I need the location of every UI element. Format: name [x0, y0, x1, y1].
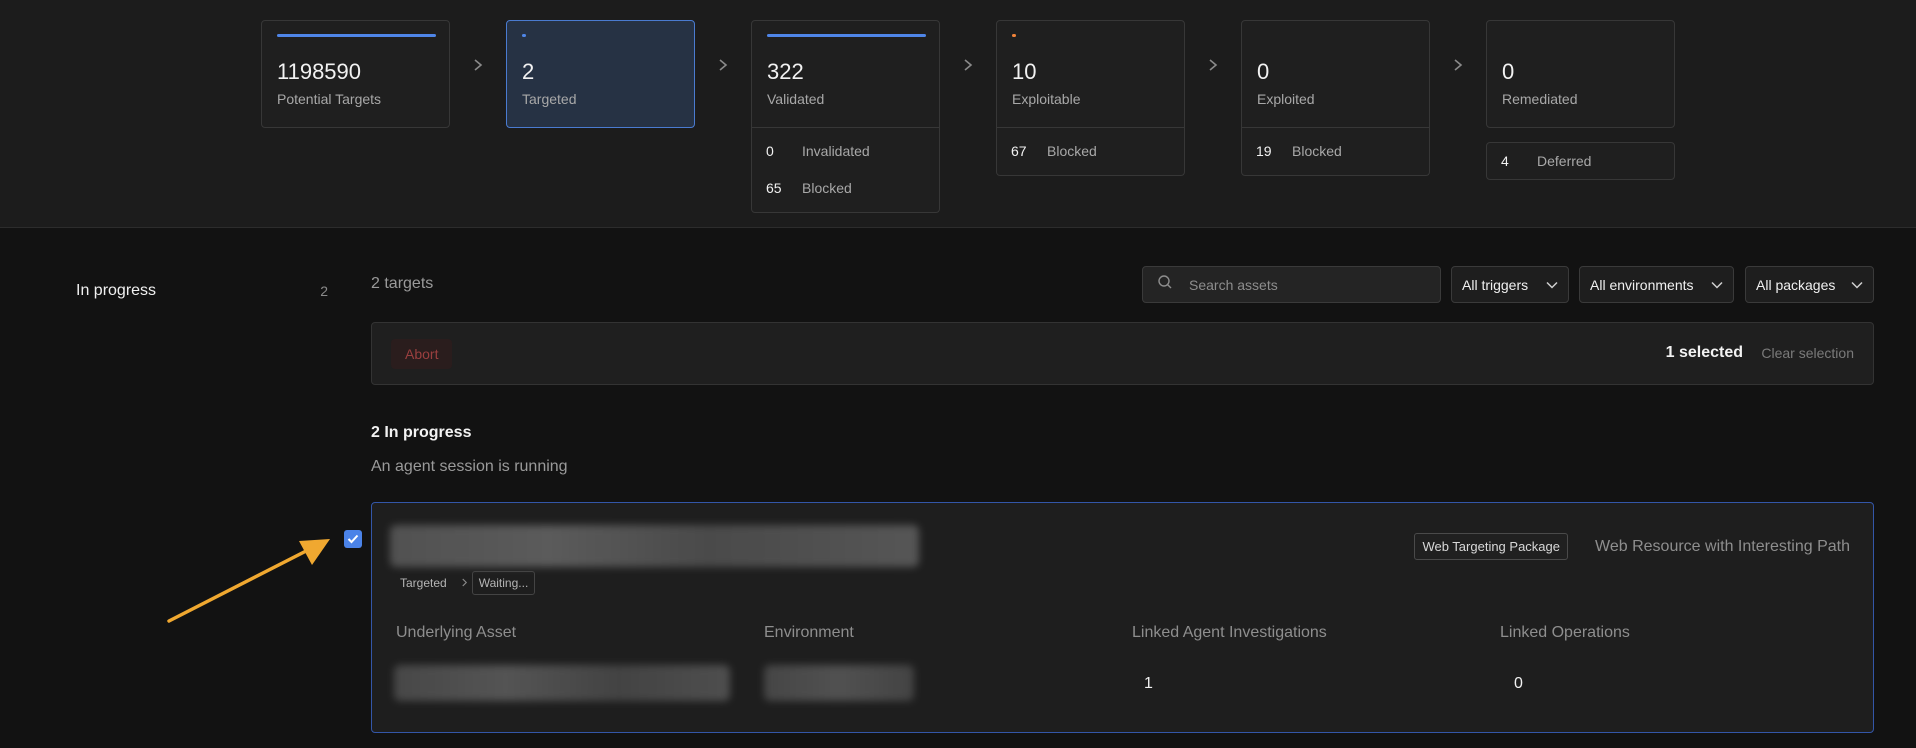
stage-exploited[interactable]: 0 Exploited 19 Blocked: [1241, 20, 1430, 176]
stage-label: Targeted: [522, 91, 577, 107]
stage-progress-bar: [767, 34, 926, 37]
stage-label: Remediated: [1502, 91, 1578, 107]
breakdown-row-blocked[interactable]: 19 Blocked: [1256, 132, 1415, 169]
stage-progress-bar-empty: [1257, 34, 1414, 37]
breakdown-row-blocked[interactable]: 65 Blocked: [766, 169, 925, 206]
column-header-linked-operations: Linked Operations: [1500, 624, 1630, 641]
stage-breakdown: 19 Blocked: [1241, 128, 1430, 176]
stage-progress-bar-empty: [1502, 34, 1659, 37]
dropdown-label: All packages: [1756, 276, 1836, 293]
target-card[interactable]: Targeted Waiting... Web Targeting Packag…: [371, 502, 1874, 733]
stage-count: 1198590: [277, 59, 362, 84]
clear-selection-link[interactable]: Clear selection: [1761, 345, 1854, 361]
stage-remediated[interactable]: 0 Remediated 4 Deferred: [1486, 20, 1675, 180]
section-title: 2 In progress: [371, 424, 472, 441]
breakdown-label: Blocked: [1292, 142, 1342, 159]
search-input[interactable]: [1189, 276, 1429, 293]
sidebar-item-label: In progress: [76, 282, 157, 299]
breakdown-label: Invalidated: [802, 142, 870, 159]
column-header-underlying-asset: Underlying Asset: [396, 624, 517, 641]
stage-count: 2: [522, 59, 535, 84]
package-description: Web Resource with Interesting Path: [1595, 538, 1850, 555]
pipeline-summary: 1198590 Potential Targets 2 Targeted 322…: [0, 0, 1916, 228]
search-icon: [1157, 274, 1173, 295]
stage-count: 322: [767, 59, 804, 84]
stage-exploitable[interactable]: 10 Exploitable 67 Blocked: [996, 20, 1185, 176]
breakdown-count: 19: [1256, 142, 1272, 159]
package-badge: Web Targeting Package: [1414, 533, 1568, 560]
sidebar-item-count: 2: [320, 283, 328, 299]
stage-breakdown: 67 Blocked: [996, 128, 1185, 176]
chevron-down-icon: [1711, 281, 1723, 289]
search-box[interactable]: [1142, 266, 1441, 303]
stage-progress-bar: [522, 34, 526, 37]
breakdown-row-blocked[interactable]: 67 Blocked: [1011, 132, 1170, 169]
redacted-environment: [764, 665, 914, 701]
stage-count: 10: [1012, 59, 1037, 84]
stage-breakdown: 0 Invalidated 65 Blocked: [751, 128, 940, 213]
stage-card[interactable]: 0 Remediated: [1486, 20, 1675, 128]
stage-validated[interactable]: 322 Validated 0 Invalidated 65 Blocked: [751, 20, 940, 213]
stage-progress-bar: [277, 34, 436, 37]
stage-card[interactable]: 322 Validated: [751, 20, 940, 128]
breakdown-row-invalidated[interactable]: 0 Invalidated: [766, 132, 925, 169]
selection-bar: Abort 1 selected Clear selection: [371, 322, 1874, 385]
chevron-right-icon: [1451, 58, 1465, 72]
breakdown-label: Blocked: [802, 179, 852, 196]
checkmark-icon: [347, 534, 359, 544]
annotation-arrow-icon: [167, 539, 330, 623]
packages-filter-dropdown[interactable]: All packages: [1745, 266, 1874, 303]
column-header-linked-investigations: Linked Agent Investigations: [1132, 624, 1327, 641]
linked-operations-count[interactable]: 0: [1514, 675, 1523, 693]
stage-label: Validated: [767, 91, 825, 107]
deferred-row[interactable]: 4 Deferred: [1486, 142, 1675, 180]
target-checkbox[interactable]: [344, 530, 362, 548]
section-subtitle: An agent session is running: [371, 458, 568, 475]
breadcrumb-stage: Targeted: [400, 576, 447, 590]
chevron-down-icon: [1546, 281, 1558, 289]
breakdown-count: 0: [766, 142, 774, 159]
breakdown-count: 67: [1011, 142, 1027, 159]
column-header-environment: Environment: [764, 624, 854, 641]
triggers-filter-dropdown[interactable]: All triggers: [1451, 266, 1569, 303]
dropdown-label: All environments: [1590, 276, 1694, 293]
stage-potential-targets[interactable]: 1198590 Potential Targets: [261, 20, 450, 128]
stage-label: Potential Targets: [277, 91, 382, 107]
breakdown-label: Blocked: [1047, 142, 1097, 159]
chevron-right-icon: [471, 58, 485, 72]
stage-card[interactable]: 0 Exploited: [1241, 20, 1430, 128]
stage-card[interactable]: 2 Targeted: [506, 20, 695, 128]
stage-targeted[interactable]: 2 Targeted: [506, 20, 695, 128]
chevron-right-icon: [461, 576, 468, 590]
stage-card[interactable]: 1198590 Potential Targets: [261, 20, 450, 128]
stage-label: Exploited: [1257, 91, 1315, 107]
redacted-underlying-asset: [394, 665, 730, 701]
selected-count: 1 selected: [1665, 344, 1743, 361]
redacted-target-name: [390, 525, 919, 567]
sidebar-item-in-progress[interactable]: In progress 2: [76, 282, 328, 300]
dropdown-label: All triggers: [1462, 276, 1529, 293]
linked-investigations-count[interactable]: 1: [1144, 675, 1153, 693]
targets-count: 2 targets: [371, 275, 434, 292]
chevron-right-icon: [1206, 58, 1220, 72]
stage-count: 0: [1502, 59, 1515, 84]
stage-progress-bar: [1012, 34, 1016, 37]
environments-filter-dropdown[interactable]: All environments: [1579, 266, 1734, 303]
stage-label: Exploitable: [1012, 91, 1081, 107]
abort-button[interactable]: Abort: [391, 339, 453, 369]
chevron-right-icon: [961, 58, 975, 72]
breadcrumb-status: Waiting...: [471, 571, 536, 595]
target-status-breadcrumb: Targeted Waiting...: [390, 571, 536, 595]
deferred-label: Deferred: [1537, 153, 1592, 169]
breakdown-count: 65: [766, 179, 782, 196]
stage-count: 0: [1257, 59, 1270, 84]
stage-card[interactable]: 10 Exploitable: [996, 20, 1185, 128]
chevron-right-icon: [716, 58, 730, 72]
deferred-count: 4: [1501, 153, 1509, 169]
chevron-down-icon: [1851, 281, 1863, 289]
